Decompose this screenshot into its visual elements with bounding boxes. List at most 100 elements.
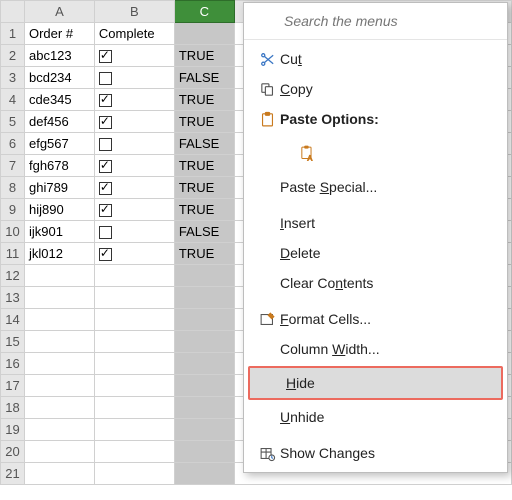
- cell-selected-col[interactable]: [174, 23, 234, 45]
- cell-checkbox[interactable]: [94, 155, 174, 177]
- checkbox-icon[interactable]: [99, 160, 112, 173]
- row-header[interactable]: 10: [1, 221, 25, 243]
- row-header[interactable]: 5: [1, 111, 25, 133]
- checkbox-icon[interactable]: [99, 94, 112, 107]
- cell-checkbox[interactable]: [94, 89, 174, 111]
- cell-checkbox[interactable]: [94, 441, 174, 463]
- row-header[interactable]: 19: [1, 419, 25, 441]
- cell[interactable]: efg567: [24, 133, 94, 155]
- cell[interactable]: jkl012: [24, 243, 94, 265]
- checkbox-icon[interactable]: [99, 226, 112, 239]
- cell[interactable]: [24, 397, 94, 419]
- cell-selected-col[interactable]: [174, 309, 234, 331]
- menu-copy[interactable]: Copy: [244, 74, 507, 104]
- cell-checkbox[interactable]: [94, 309, 174, 331]
- cell-selected-col[interactable]: [174, 463, 234, 485]
- row-header[interactable]: 14: [1, 309, 25, 331]
- cell[interactable]: bcd234: [24, 67, 94, 89]
- menu-show-changes[interactable]: Show Changes: [244, 438, 507, 468]
- cell-checkbox[interactable]: [94, 111, 174, 133]
- cell-checkbox[interactable]: [94, 419, 174, 441]
- cell-checkbox[interactable]: [94, 243, 174, 265]
- cell[interactable]: Order #: [24, 23, 94, 45]
- row-header[interactable]: 21: [1, 463, 25, 485]
- cell-selected-col[interactable]: TRUE: [174, 155, 234, 177]
- cell[interactable]: [24, 309, 94, 331]
- cell-selected-col[interactable]: [174, 265, 234, 287]
- cell-checkbox[interactable]: [94, 375, 174, 397]
- row-header[interactable]: 1: [1, 23, 25, 45]
- cell[interactable]: [24, 463, 94, 485]
- cell-selected-col[interactable]: TRUE: [174, 243, 234, 265]
- checkbox-icon[interactable]: [99, 72, 112, 85]
- cell[interactable]: ghi789: [24, 177, 94, 199]
- cell-selected-col[interactable]: FALSE: [174, 67, 234, 89]
- row-header[interactable]: 20: [1, 441, 25, 463]
- row-header[interactable]: 17: [1, 375, 25, 397]
- cell[interactable]: [24, 419, 94, 441]
- cell-checkbox[interactable]: [94, 353, 174, 375]
- cell-selected-col[interactable]: TRUE: [174, 45, 234, 67]
- cell-selected-col[interactable]: FALSE: [174, 133, 234, 155]
- column-header-B[interactable]: B: [94, 1, 174, 23]
- cell[interactable]: ijk901: [24, 221, 94, 243]
- cell-selected-col[interactable]: [174, 353, 234, 375]
- select-all-corner[interactable]: [1, 1, 25, 23]
- checkbox-icon[interactable]: [99, 50, 112, 63]
- cell[interactable]: [24, 441, 94, 463]
- row-header[interactable]: 8: [1, 177, 25, 199]
- row-header[interactable]: 18: [1, 397, 25, 419]
- cell-checkbox[interactable]: [94, 177, 174, 199]
- cell-checkbox[interactable]: [94, 397, 174, 419]
- cell-selected-col[interactable]: TRUE: [174, 199, 234, 221]
- cell-selected-col[interactable]: TRUE: [174, 89, 234, 111]
- row-header[interactable]: 9: [1, 199, 25, 221]
- menu-unhide[interactable]: Unhide: [244, 402, 507, 432]
- cell[interactable]: [24, 287, 94, 309]
- cell-selected-col[interactable]: [174, 419, 234, 441]
- menu-column-width[interactable]: Column Width...: [244, 334, 507, 364]
- row-header[interactable]: 4: [1, 89, 25, 111]
- row-header[interactable]: 3: [1, 67, 25, 89]
- cell[interactable]: abc123: [24, 45, 94, 67]
- menu-paste-options[interactable]: Paste Options:: [244, 104, 507, 134]
- checkbox-icon[interactable]: [99, 182, 112, 195]
- menu-search-input[interactable]: [284, 13, 497, 29]
- checkbox-icon[interactable]: [99, 138, 112, 151]
- cell-selected-col[interactable]: FALSE: [174, 221, 234, 243]
- row-header[interactable]: 16: [1, 353, 25, 375]
- menu-paste-keep-text-button[interactable]: A: [244, 134, 507, 172]
- cell-checkbox[interactable]: [94, 67, 174, 89]
- menu-paste-special[interactable]: Paste Special...: [244, 172, 507, 202]
- column-header-C[interactable]: C: [174, 1, 234, 23]
- cell-selected-col[interactable]: [174, 331, 234, 353]
- checkbox-icon[interactable]: [99, 116, 112, 129]
- cell-checkbox[interactable]: [94, 287, 174, 309]
- cell[interactable]: def456: [24, 111, 94, 133]
- cell-selected-col[interactable]: TRUE: [174, 177, 234, 199]
- checkbox-icon[interactable]: [99, 204, 112, 217]
- row-header[interactable]: 15: [1, 331, 25, 353]
- menu-clear-contents[interactable]: Clear Contents: [244, 268, 507, 298]
- column-header-A[interactable]: A: [24, 1, 94, 23]
- cell-checkbox[interactable]: [94, 331, 174, 353]
- cell-checkbox[interactable]: [94, 463, 174, 485]
- row-header[interactable]: 11: [1, 243, 25, 265]
- row-header[interactable]: 6: [1, 133, 25, 155]
- cell[interactable]: [24, 353, 94, 375]
- row-header[interactable]: 7: [1, 155, 25, 177]
- menu-hide[interactable]: Hide: [248, 366, 503, 400]
- cell[interactable]: fgh678: [24, 155, 94, 177]
- menu-insert[interactable]: Insert: [244, 208, 507, 238]
- row-header[interactable]: 2: [1, 45, 25, 67]
- cell[interactable]: hij890: [24, 199, 94, 221]
- menu-delete[interactable]: Delete: [244, 238, 507, 268]
- cell-checkbox[interactable]: [94, 45, 174, 67]
- cell[interactable]: cde345: [24, 89, 94, 111]
- cell-checkbox[interactable]: [94, 199, 174, 221]
- cell-checkbox[interactable]: Complete: [94, 23, 174, 45]
- cell[interactable]: [24, 331, 94, 353]
- cell-selected-col[interactable]: [174, 441, 234, 463]
- cell-checkbox[interactable]: [94, 265, 174, 287]
- menu-cut[interactable]: Cut: [244, 44, 507, 74]
